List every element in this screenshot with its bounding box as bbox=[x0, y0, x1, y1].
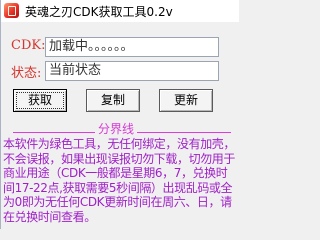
get-button[interactable]: 获取 bbox=[13, 89, 67, 112]
title-bar: 英魂之刃CDK获取工具0.2v bbox=[1, 0, 239, 22]
divider-label: 分界线 bbox=[95, 120, 138, 137]
cdk-field[interactable]: 加载中。。。。。。 bbox=[45, 37, 219, 57]
window-title: 英魂之刃CDK获取工具0.2v bbox=[25, 5, 173, 19]
cdk-label: CDK: bbox=[11, 38, 46, 53]
status-label: 状态: bbox=[11, 66, 42, 81]
status-field[interactable]: 当前状态 bbox=[45, 61, 219, 81]
refresh-button[interactable]: 更新 bbox=[159, 89, 213, 112]
copy-button[interactable]: 复制 bbox=[86, 89, 140, 112]
app-window: 英魂之刃CDK获取工具0.2v CDK: 加载中。。。。。。 状态: 当前状态 … bbox=[0, 0, 239, 229]
info-text: 本软件为绿色工具，无任何绑定，没有加壳，不会误报，如果出现误报切勿下载，切勿用于… bbox=[3, 137, 236, 224]
app-icon bbox=[4, 3, 19, 18]
